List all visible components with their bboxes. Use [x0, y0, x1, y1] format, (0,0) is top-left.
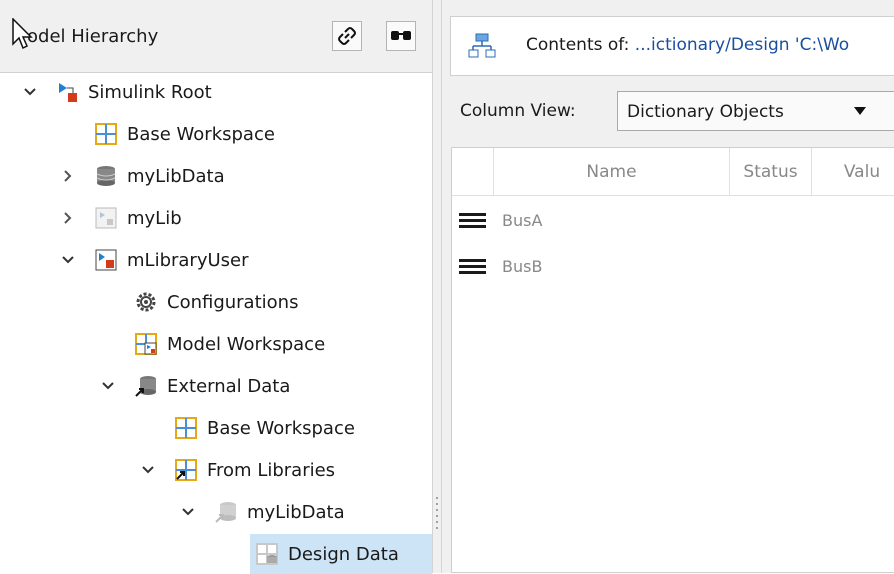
bus-object-icon	[459, 210, 486, 231]
model-hierarchy-panel: odel Hierarchy Simulink Root Base Worksp…	[0, 0, 432, 574]
tree-item-label: Model Workspace	[167, 333, 326, 355]
contents-grid: Name Status Valu BusA BusB	[451, 147, 894, 573]
workspace-icon	[95, 123, 117, 145]
tree-item-label: Base Workspace	[127, 123, 275, 145]
row-name: BusA	[502, 210, 543, 230]
link-button[interactable]	[332, 21, 362, 51]
contents-prefix: Contents of:	[526, 35, 630, 55]
row-name: BusB	[502, 256, 543, 276]
dropdown-arrow-icon	[854, 107, 866, 115]
gear-icon	[135, 291, 157, 313]
tree-item-from-libraries[interactable]: From Libraries	[175, 450, 335, 490]
tree-item-design-data[interactable]: Design Data	[250, 534, 432, 574]
chevron-right-icon[interactable]	[58, 208, 78, 228]
tree-item-label: mLibraryUser	[127, 249, 249, 271]
tree-item-label: From Libraries	[207, 459, 336, 481]
table-row[interactable]: BusB	[452, 246, 894, 286]
glasses-button[interactable]	[386, 21, 416, 51]
design-data-icon	[256, 543, 278, 565]
tree-item-configurations[interactable]: Configurations	[135, 282, 298, 322]
contents-label: Contents of: ...ictionary/Design 'C:\Wo	[526, 35, 849, 55]
contents-header: Contents of: ...ictionary/Design 'C:\Wo	[450, 16, 894, 76]
tree-item-model-workspace[interactable]: Model Workspace	[135, 324, 325, 364]
bus-object-icon	[459, 256, 486, 277]
glasses-icon	[391, 31, 411, 40]
workspace-icon	[175, 417, 197, 439]
tree-item-simulink-root[interactable]: Simulink Root	[56, 72, 212, 112]
model-workspace-icon	[135, 333, 157, 355]
column-view-label: Column View:	[460, 101, 576, 121]
tree-item-label: Base Workspace	[207, 417, 355, 439]
column-view-select[interactable]: Dictionary Objects	[617, 91, 894, 131]
tree-item-label: Simulink Root	[88, 81, 212, 103]
column-header-icon	[452, 148, 494, 196]
link-icon	[338, 27, 356, 45]
tree-item-label: External Data	[167, 375, 291, 397]
tree-item-external-data[interactable]: External Data	[135, 366, 290, 406]
tree-item-base-workspace-nested[interactable]: Base Workspace	[175, 408, 355, 448]
column-view-value: Dictionary Objects	[627, 102, 784, 122]
chevron-down-icon[interactable]	[20, 82, 40, 102]
database-icon	[215, 501, 237, 523]
tree-item-mylibdata-nested[interactable]: myLibData	[215, 492, 345, 532]
from-libraries-icon	[175, 459, 197, 481]
table-row[interactable]: BusA	[452, 200, 894, 240]
hierarchy-icon	[468, 33, 496, 58]
panel-title: odel Hierarchy	[27, 26, 159, 47]
tree-item-label: myLibData	[247, 501, 345, 523]
tree-item-mlibraryuser[interactable]: mLibraryUser	[95, 240, 249, 280]
mouse-cursor-icon	[12, 18, 33, 50]
contents-panel: Contents of: ...ictionary/Design 'C:\Wo …	[442, 0, 894, 573]
chevron-down-icon[interactable]	[178, 502, 198, 522]
model-icon	[95, 249, 117, 271]
tree-item-label: Design Data	[288, 543, 399, 565]
tree-item-base-workspace[interactable]: Base Workspace	[95, 114, 275, 154]
chevron-down-icon[interactable]	[58, 250, 78, 270]
library-model-icon	[95, 207, 117, 229]
tree-item-label: myLib	[127, 207, 182, 229]
column-header-value[interactable]: Valu	[812, 148, 894, 196]
model-hierarchy-header: odel Hierarchy	[0, 0, 432, 73]
column-header-status[interactable]: Status	[730, 148, 812, 196]
contents-path: ...ictionary/Design 'C:\Wo	[634, 35, 850, 55]
tree-item-mylibdata[interactable]: myLibData	[95, 156, 225, 196]
column-header-name[interactable]: Name	[494, 148, 730, 196]
database-icon	[95, 165, 117, 187]
panel-splitter[interactable]	[432, 0, 442, 573]
external-data-icon	[135, 375, 157, 397]
chevron-down-icon[interactable]	[138, 460, 158, 480]
simulink-root-icon	[56, 81, 78, 103]
tree-item-label: Configurations	[167, 291, 299, 313]
tree-item-label: myLibData	[127, 165, 225, 187]
tree-item-mylib[interactable]: myLib	[95, 198, 182, 238]
chevron-right-icon[interactable]	[58, 166, 78, 186]
chevron-down-icon[interactable]	[98, 376, 118, 396]
